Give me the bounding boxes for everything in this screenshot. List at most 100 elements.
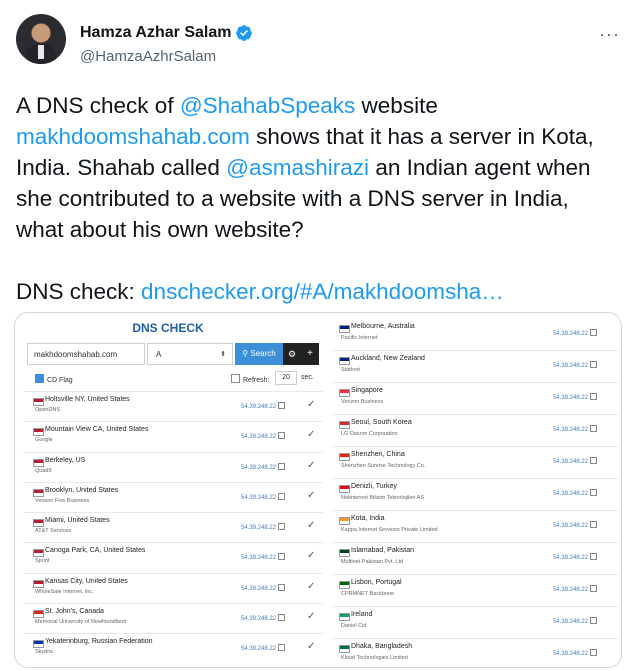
external-link-icon[interactable] bbox=[590, 425, 598, 432]
result-row[interactable]: Brooklyn, United States Verizon Fios Busi… bbox=[23, 481, 323, 512]
mention-link-shahabspeaks[interactable]: @ShahabSpeaks bbox=[180, 93, 355, 118]
ip-address: 54.39.248.22 bbox=[241, 555, 277, 562]
ip-address: 54.39.248.22 bbox=[553, 331, 589, 337]
result-row[interactable]: Denizli, Turkey Netinternet Bilisim Tekno… bbox=[333, 479, 619, 511]
external-link-icon[interactable] bbox=[278, 492, 286, 500]
location-label: Dhaka, Bangladesh bbox=[351, 643, 413, 650]
external-link-icon[interactable] bbox=[590, 489, 598, 496]
ip-address-link[interactable]: 54.39.248.22 bbox=[553, 425, 598, 433]
more-options-icon[interactable]: ··· bbox=[599, 24, 620, 45]
result-row[interactable]: Berkeley, US Quad9 54.39.248.22 ✓ bbox=[23, 451, 323, 482]
result-row[interactable]: Singapore Verizon Business 54.39.248.22 bbox=[333, 383, 619, 415]
ip-address-link[interactable]: 54.39.248.22 bbox=[241, 432, 286, 440]
ip-address-link[interactable]: 54.39.248.22 bbox=[241, 492, 286, 501]
cd-flag-checkbox[interactable] bbox=[35, 374, 44, 383]
location-label: Ireland bbox=[351, 611, 373, 618]
ip-address-link[interactable]: 54.39.248.22 bbox=[553, 361, 598, 369]
search-button[interactable]: ⚲ Search bbox=[235, 343, 283, 365]
verified-badge-icon bbox=[236, 25, 253, 41]
author-name[interactable]: Hamza Azhar Salam bbox=[80, 24, 231, 42]
external-link-icon[interactable] bbox=[278, 644, 286, 652]
location-label: St. John's, Canada bbox=[45, 608, 104, 616]
refresh-label: Refresh: bbox=[243, 377, 270, 384]
result-row[interactable]: St. John's, Canada Memorial University of… bbox=[23, 603, 323, 633]
attached-image-card[interactable]: DNS CHECK makhdoomshahab.com A ⬍ ⚲ Search… bbox=[14, 312, 622, 668]
ip-address-link[interactable]: 54.39.248.22 bbox=[241, 462, 286, 471]
external-link-icon[interactable] bbox=[590, 553, 598, 560]
external-link-icon[interactable] bbox=[278, 402, 286, 409]
settings-gear-icon[interactable]: ⚙ bbox=[283, 343, 301, 365]
external-link-icon[interactable] bbox=[590, 457, 598, 464]
url-link-makhdoomshahab[interactable]: makhdoomshahab.com bbox=[16, 124, 250, 149]
ip-address-link[interactable]: 54.39.248.22 bbox=[241, 553, 286, 562]
result-row[interactable]: Mountain View CA, United States Google 54.… bbox=[23, 421, 323, 451]
ip-address-link[interactable]: 54.39.248.22 bbox=[553, 585, 598, 593]
location-label: Brooklyn, United States bbox=[45, 486, 119, 494]
result-row[interactable]: Canoga Park, CA, United States Sprint 54.3… bbox=[23, 542, 323, 572]
external-link-icon[interactable] bbox=[590, 521, 598, 528]
external-link-icon[interactable] bbox=[278, 583, 286, 591]
result-row[interactable]: Yekaterinburg, Russian Federation Skydns 5… bbox=[23, 633, 323, 663]
country-flag-icon bbox=[33, 428, 44, 437]
result-row[interactable]: Lisbon, Portugal CPRMNET Backbone 54.39.24… bbox=[333, 575, 619, 607]
ip-address-link[interactable]: 54.39.248.22 bbox=[241, 583, 286, 592]
result-row[interactable]: Auckland, New Zealand Starlnet 54.39.248.2… bbox=[333, 351, 619, 383]
result-row[interactable]: Shenzhen, China Shenzhen Sunrise Technolo… bbox=[333, 447, 619, 479]
result-row[interactable]: Dhaka, Bangladesh Kloud Technologies Limi… bbox=[333, 639, 619, 667]
ip-address-link[interactable]: 54.39.248.22 bbox=[553, 489, 598, 497]
ip-address-link[interactable]: 54.39.248.22 bbox=[553, 553, 598, 561]
external-link-icon[interactable] bbox=[590, 649, 598, 656]
external-link-icon[interactable] bbox=[590, 329, 598, 336]
result-row[interactable]: Melbourne, Australia Pacific Internet 54.3… bbox=[333, 319, 619, 351]
domain-input[interactable]: makhdoomshahab.com bbox=[27, 343, 145, 365]
external-link-icon[interactable] bbox=[278, 432, 286, 440]
external-link-icon[interactable] bbox=[278, 462, 286, 470]
tweet-text-segment: DNS check: bbox=[16, 279, 142, 304]
mention-link-asmashirazi[interactable]: @asmashirazi bbox=[226, 155, 369, 180]
author-handle[interactable]: @HamzaAzhrSalam bbox=[80, 48, 216, 65]
result-row[interactable]: Kota, India Kappa Internet Services Priva… bbox=[333, 511, 619, 543]
refresh-seconds-input[interactable]: 20 bbox=[275, 371, 297, 385]
ip-address-link[interactable]: 54.39.248.22 bbox=[553, 649, 598, 657]
author-name-row[interactable]: Hamza Azhar Salam bbox=[80, 24, 253, 42]
external-link-icon[interactable] bbox=[278, 523, 286, 531]
external-link-icon[interactable] bbox=[278, 614, 286, 622]
cd-flag-label: CD Flag bbox=[47, 377, 73, 384]
result-row[interactable]: Holtsville NY, United States OpenDNS 54.39… bbox=[23, 391, 323, 421]
location-label: Kansas City, United States bbox=[45, 577, 128, 585]
external-link-icon[interactable] bbox=[590, 361, 598, 368]
result-row[interactable]: Kansas City, United States WholeSale Inte… bbox=[23, 572, 323, 603]
location-label: Shenzhen, China bbox=[351, 451, 405, 458]
external-link-icon[interactable] bbox=[590, 393, 598, 400]
country-flag-icon bbox=[33, 398, 44, 406]
ip-address-link[interactable]: 54.39.248.22 bbox=[553, 393, 598, 401]
isp-label: Skydns bbox=[35, 649, 54, 656]
external-link-icon[interactable] bbox=[278, 553, 286, 561]
result-row[interactable]: Ireland Daniel Cid 54.39.248.22 bbox=[333, 607, 619, 639]
add-plus-icon[interactable]: + bbox=[301, 343, 319, 365]
country-flag-icon bbox=[339, 517, 350, 525]
result-row[interactable]: Islamabad, Pakistan Multinet Pakistan Pvt… bbox=[333, 543, 619, 575]
refresh-option[interactable]: Refresh: bbox=[231, 374, 269, 384]
isp-label: AT&T Services bbox=[35, 528, 72, 535]
result-row[interactable]: Miami, United States AT&T Services 54.39.2… bbox=[23, 512, 323, 542]
cd-flag-option[interactable]: CD Flag bbox=[35, 374, 73, 384]
external-link-icon[interactable] bbox=[590, 617, 598, 624]
country-flag-icon bbox=[33, 458, 44, 467]
ip-address-link[interactable]: 54.39.248.22 bbox=[553, 457, 598, 465]
external-link-icon[interactable] bbox=[590, 585, 598, 592]
ip-address-link[interactable]: 54.39.248.22 bbox=[241, 402, 286, 410]
country-flag-icon bbox=[33, 488, 44, 497]
avatar[interactable] bbox=[16, 14, 66, 64]
ip-address-link[interactable]: 54.39.248.22 bbox=[241, 644, 286, 652]
ip-address-link[interactable]: 54.39.248.22 bbox=[241, 523, 286, 531]
ip-address-link[interactable]: 54.39.248.22 bbox=[553, 617, 598, 625]
ip-address-link[interactable]: 54.39.248.22 bbox=[241, 614, 286, 622]
result-row[interactable]: Seoul, South Korea LG Dacom Corporation 54… bbox=[333, 415, 619, 447]
ip-address-link[interactable]: 54.39.248.22 bbox=[553, 329, 598, 337]
isp-label: Quad9 bbox=[35, 467, 52, 474]
url-link-dnschecker[interactable]: dnschecker.org/#A/makhdoomsha… bbox=[141, 279, 504, 304]
ip-address-link[interactable]: 54.39.248.22 bbox=[553, 521, 598, 529]
refresh-checkbox[interactable] bbox=[231, 374, 240, 383]
record-type-select[interactable]: A ⬍ bbox=[147, 343, 233, 365]
